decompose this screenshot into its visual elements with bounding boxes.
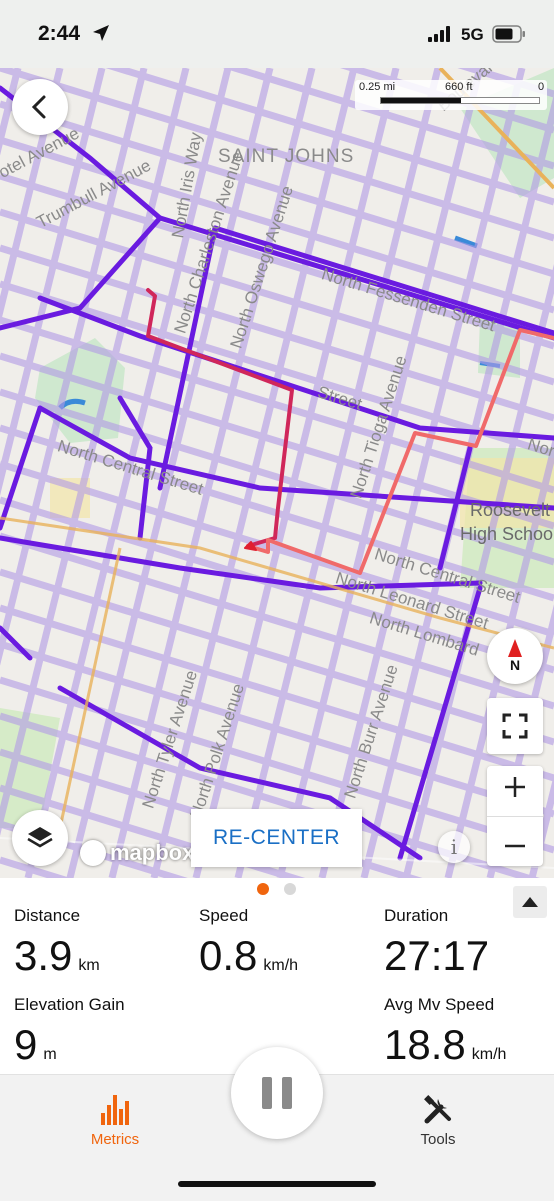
metric-unit: km/h xyxy=(263,957,299,974)
page-dot[interactable] xyxy=(284,883,296,895)
status-time: 2:44 xyxy=(38,22,81,45)
back-button[interactable] xyxy=(12,79,68,135)
zoom-control xyxy=(487,766,543,866)
layers-button[interactable] xyxy=(12,810,68,866)
compass-needle-icon xyxy=(508,639,522,657)
tools-icon xyxy=(424,1095,451,1124)
bar-chart-icon xyxy=(101,1095,129,1125)
metric-speed: Speed 0.8 km/h xyxy=(199,906,298,980)
metric-label: Speed xyxy=(199,906,249,925)
zoom-out-button[interactable] xyxy=(503,834,527,858)
status-bar: 2:44 5G xyxy=(0,0,554,68)
tab-label: Tools xyxy=(420,1131,456,1148)
attribution-info-button[interactable]: i xyxy=(438,831,470,863)
fullscreen-icon xyxy=(502,713,528,739)
network-type: 5G xyxy=(461,25,484,44)
home-indicator xyxy=(178,1181,376,1187)
info-icon: i xyxy=(450,835,458,859)
metric-label: Duration xyxy=(384,906,449,925)
mapbox-attribution[interactable]: mapbox xyxy=(80,840,194,866)
pause-icon xyxy=(282,1077,292,1109)
school-label: High Schoo xyxy=(460,524,554,544)
chevron-left-icon xyxy=(31,95,46,119)
metric-label: Elevation Gain xyxy=(14,995,125,1014)
compass-label: N xyxy=(509,657,521,673)
metric-value: 9 xyxy=(14,1021,38,1068)
metric-distance: Distance 3.9 km xyxy=(14,906,100,980)
map-scale: 0.25 mi 660 ft 0 xyxy=(355,80,547,110)
caret-up-icon xyxy=(522,897,538,907)
battery-icon xyxy=(492,25,526,48)
signal-icon xyxy=(428,26,452,47)
fullscreen-button[interactable] xyxy=(487,698,543,754)
metric-duration: Duration 27:17 xyxy=(384,906,489,980)
metric-unit: km/h xyxy=(471,1046,507,1063)
mapbox-text: mapbox xyxy=(110,840,195,865)
page-dot-active[interactable] xyxy=(257,883,269,895)
metric-avg-moving-speed: Avg Mv Speed 18.8 km/h xyxy=(384,995,506,1069)
scale-label-left: 0.25 mi xyxy=(359,81,396,93)
metric-label: Avg Mv Speed xyxy=(384,995,495,1014)
metric-elevation-gain: Elevation Gain 9m xyxy=(14,995,125,1069)
school-label: Roosevelt xyxy=(470,500,551,520)
layers-icon xyxy=(27,827,53,848)
metric-label: Distance xyxy=(14,906,81,925)
metric-value: 18.8 xyxy=(384,1021,466,1068)
pause-button[interactable] xyxy=(231,1047,323,1139)
mapbox-logo-icon xyxy=(80,840,106,866)
metrics-panel: Distance 3.9 km Speed 0.8 km/h Duration 27… xyxy=(0,878,554,1074)
zoom-in-button[interactable] xyxy=(503,775,527,799)
metric-unit: m xyxy=(43,1046,57,1063)
scale-label-right: 0 xyxy=(538,81,545,93)
page-indicator[interactable] xyxy=(257,883,296,895)
scale-label-mid: 660 ft xyxy=(445,81,473,93)
metric-unit: km xyxy=(78,957,100,974)
map-view[interactable]: SAINT JOHNS otel Avenue Trumbull Avenue … xyxy=(0,68,554,878)
compass-button[interactable]: N xyxy=(487,628,543,684)
tab-tools[interactable]: Tools xyxy=(378,1089,498,1148)
metric-value: 0.8 xyxy=(199,932,258,979)
pause-icon xyxy=(262,1077,272,1109)
tab-metrics[interactable]: Metrics xyxy=(55,1089,175,1148)
recenter-button[interactable]: RE-CENTER xyxy=(191,809,362,867)
collapse-button[interactable] xyxy=(513,886,547,918)
location-arrow-icon xyxy=(92,24,110,47)
metric-value: 3.9 xyxy=(14,932,73,979)
tab-label: Metrics xyxy=(90,1131,140,1148)
metric-value: 27:17 xyxy=(384,932,490,979)
